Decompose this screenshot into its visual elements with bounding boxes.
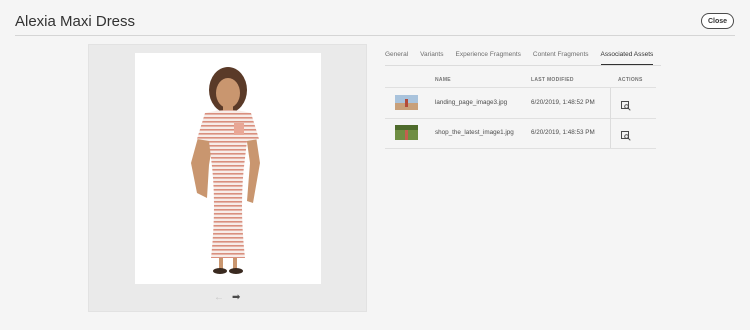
- actions-column-divider: [610, 88, 611, 118]
- asset-thumbnail: [395, 125, 418, 140]
- column-header-last-modified[interactable]: LAST MODIFIED: [531, 77, 574, 83]
- close-button[interactable]: Close: [701, 13, 734, 29]
- page-title: Alexia Maxi Dress: [15, 13, 136, 30]
- asset-last-modified: 6/20/2019, 1:48:53 PM: [531, 129, 595, 136]
- column-header-name[interactable]: NAME: [435, 77, 451, 83]
- row-divider: [385, 118, 656, 119]
- tab-bar: General Variants Experience Fragments Co…: [385, 48, 665, 66]
- header-row-divider: [385, 87, 656, 88]
- tab-associated-assets[interactable]: Associated Assets: [600, 48, 654, 65]
- arrow-left-icon[interactable]: ←: [214, 292, 224, 303]
- header-divider: [15, 35, 735, 36]
- tabs-divider: [385, 65, 661, 66]
- actions-column-divider: [610, 118, 611, 148]
- column-header-actions: ACTIONS: [618, 77, 643, 83]
- asset-name[interactable]: landing_page_image3.jpg: [435, 99, 507, 106]
- asset-view-icon[interactable]: [621, 98, 631, 111]
- tab-content-fragments[interactable]: Content Fragments: [533, 48, 589, 65]
- asset-last-modified: 6/20/2019, 1:48:52 PM: [531, 99, 595, 106]
- arrow-right-icon[interactable]: ➡: [232, 292, 240, 303]
- tab-general[interactable]: General: [385, 48, 408, 65]
- product-image: [135, 53, 321, 284]
- asset-thumbnail: [395, 95, 418, 110]
- asset-view-icon[interactable]: [621, 128, 631, 141]
- asset-name[interactable]: shop_the_latest_image1.jpg: [435, 129, 514, 136]
- row-divider: [385, 148, 656, 149]
- dress-product-photo: [191, 67, 260, 274]
- tab-variants[interactable]: Variants: [420, 48, 443, 65]
- tab-experience-fragments[interactable]: Experience Fragments: [456, 48, 521, 65]
